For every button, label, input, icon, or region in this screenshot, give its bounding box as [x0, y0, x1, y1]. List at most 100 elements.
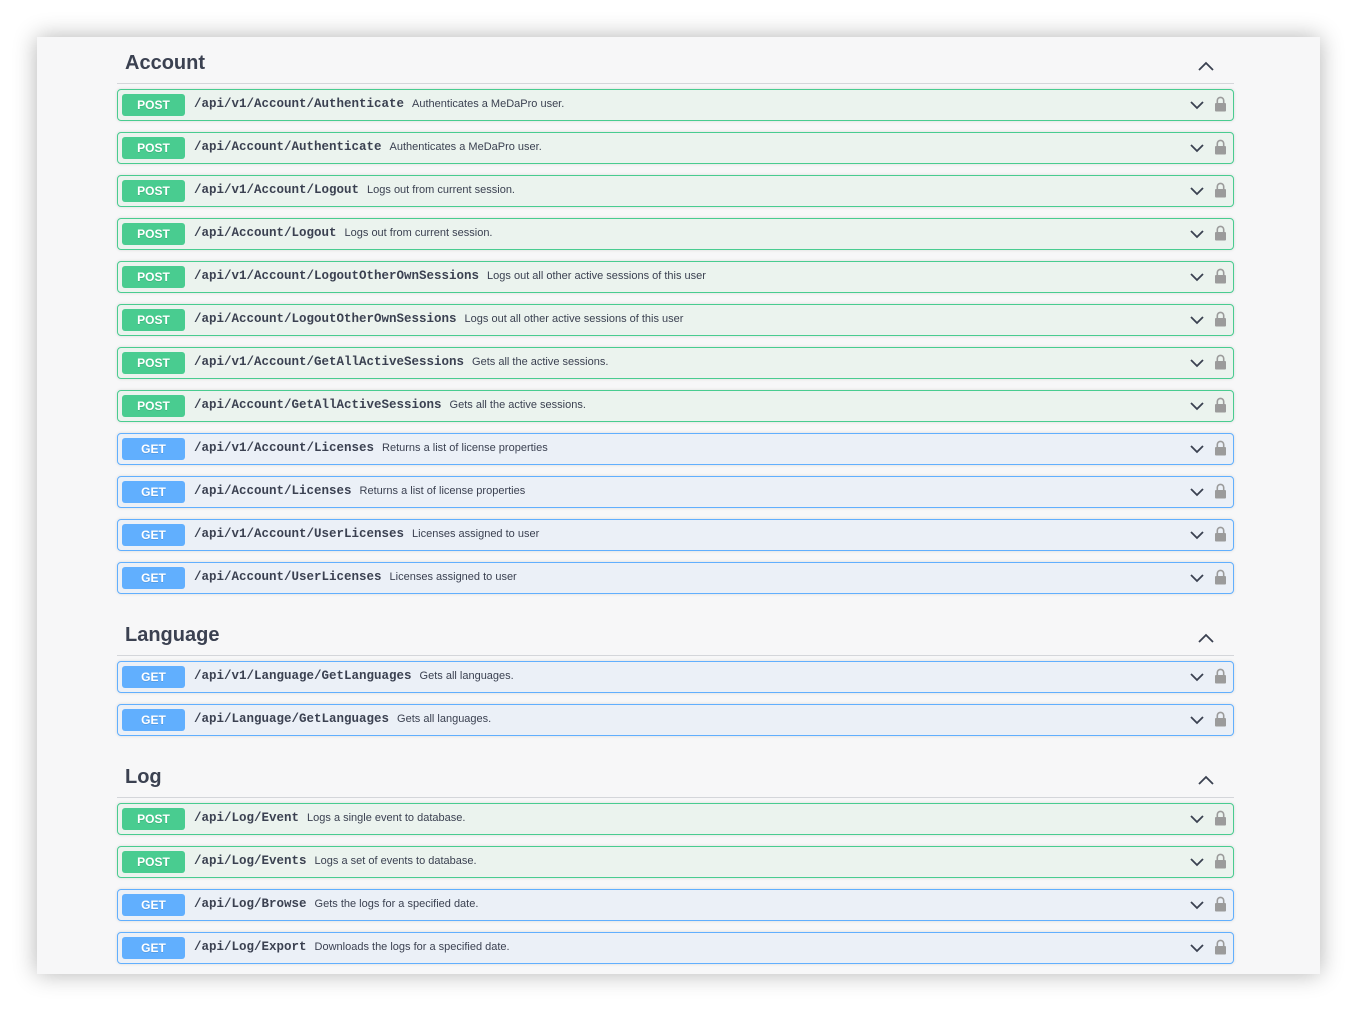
lock-icon[interactable]	[1214, 96, 1227, 112]
operation-path-text: /api/v1/Account/UserLicenses	[194, 527, 405, 541]
operation-row[interactable]: POST /api/v1/Account/Logout Logs out from…	[117, 175, 1234, 207]
chevron-down-icon[interactable]	[1189, 899, 1205, 911]
operation-path: /api/v1/Account/Authenticate Authenticate…	[194, 97, 564, 111]
operation-path: /api/Language/GetLanguages Gets all langu…	[194, 712, 491, 726]
operation-path-text: /api/Log/Event	[194, 811, 300, 825]
chevron-down-icon[interactable]	[1189, 856, 1205, 868]
method-badge: POST	[122, 94, 185, 116]
operation-path-text: /api/Account/Licenses	[194, 484, 352, 498]
operation-path: /api/v1/Account/LogoutOtherOwnSessions Lo…	[194, 269, 706, 283]
method-badge: GET	[122, 567, 185, 589]
chevron-down-icon[interactable]	[1189, 185, 1205, 197]
lock-icon[interactable]	[1214, 668, 1227, 684]
lock-icon[interactable]	[1214, 397, 1227, 413]
operation-description: Gets all languages.	[419, 670, 514, 682]
operation-description: Gets all languages.	[397, 713, 492, 725]
chevron-down-icon[interactable]	[1189, 714, 1205, 726]
lock-icon[interactable]	[1214, 268, 1227, 284]
operation-row[interactable]: GET /api/Language/GetLanguages Gets all l…	[117, 704, 1234, 736]
api-section: Log POST /api/Log/Event Logs a single eve…	[117, 751, 1234, 974]
operation-path-text: /api/Language/GetLanguages	[194, 712, 390, 726]
chevron-down-icon[interactable]	[1189, 357, 1205, 369]
section-title: Log	[125, 766, 162, 788]
operation-description: Authenticates a MeDaPro user.	[412, 98, 565, 110]
chevron-down-icon[interactable]	[1189, 813, 1205, 825]
section-header[interactable]: Account	[117, 37, 1234, 84]
section-title: Account	[125, 52, 205, 74]
operation-row[interactable]: GET /api/Account/Licenses Returns a list …	[117, 476, 1234, 508]
lock-icon[interactable]	[1214, 354, 1227, 370]
method-badge: POST	[122, 352, 185, 374]
chevron-down-icon[interactable]	[1189, 271, 1205, 283]
operation-description: Logs out from current session.	[367, 184, 515, 196]
operation-path: /api/v1/Account/Logout Logs out from curr…	[194, 183, 515, 197]
operation-row[interactable]: POST /api/Account/Authenticate Authentica…	[117, 132, 1234, 164]
lock-icon[interactable]	[1214, 569, 1227, 585]
operation-row[interactable]: GET /api/Log/Browse Gets the logs for a s…	[117, 889, 1234, 921]
operation-row[interactable]: GET /api/v1/Account/Licenses Returns a li…	[117, 433, 1234, 465]
lock-icon[interactable]	[1214, 711, 1227, 727]
lock-icon[interactable]	[1214, 939, 1227, 955]
chevron-down-icon[interactable]	[1189, 228, 1205, 240]
chevron-down-icon[interactable]	[1189, 443, 1205, 455]
chevron-down-icon[interactable]	[1189, 529, 1205, 541]
lock-icon[interactable]	[1214, 483, 1227, 499]
operation-row[interactable]: POST /api/Account/GetAllActiveSessions Ge…	[117, 390, 1234, 422]
operation-row[interactable]: POST /api/v1/Account/GetAllActiveSession…	[117, 347, 1234, 379]
lock-icon[interactable]	[1214, 896, 1227, 912]
operation-path-text: /api/Account/UserLicenses	[194, 570, 382, 584]
lock-icon[interactable]	[1214, 853, 1227, 869]
chevron-up-icon[interactable]	[1196, 631, 1216, 645]
operation-path: /api/v1/Account/GetAllActiveSessions Gets…	[194, 355, 608, 369]
section-header[interactable]: Language	[117, 609, 1234, 656]
operation-description: Gets all the active sessions.	[449, 399, 586, 411]
chevron-down-icon[interactable]	[1189, 942, 1205, 954]
operation-path-text: /api/Log/Export	[194, 940, 307, 954]
operation-path: /api/Log/Export Downloads the logs for a …	[194, 940, 510, 954]
chevron-down-icon[interactable]	[1189, 142, 1205, 154]
lock-icon[interactable]	[1214, 139, 1227, 155]
operation-row[interactable]: POST /api/Log/Events Logs a set of events…	[117, 846, 1234, 878]
section-operations: GET /api/v1/Language/GetLanguages Gets al…	[117, 661, 1234, 736]
operation-row[interactable]: POST /api/Log/Event Logs a single event t…	[117, 803, 1234, 835]
chevron-down-icon[interactable]	[1189, 572, 1205, 584]
lock-icon[interactable]	[1214, 311, 1227, 327]
method-badge: GET	[122, 894, 185, 916]
operation-row[interactable]: GET /api/v1/Account/UserLicenses Licenses…	[117, 519, 1234, 551]
chevron-up-icon[interactable]	[1196, 59, 1216, 73]
operation-row[interactable]: POST /api/v1/Account/Authenticate Authent…	[117, 89, 1234, 121]
operation-row[interactable]: POST /api/Account/LogoutOtherOwnSessions…	[117, 304, 1234, 336]
operation-path: /api/v1/Language/GetLanguages Gets all la…	[194, 669, 514, 683]
api-section: Account POST /api/v1/Account/Authenticat…	[117, 37, 1234, 609]
lock-icon[interactable]	[1214, 440, 1227, 456]
chevron-down-icon[interactable]	[1189, 314, 1205, 326]
operation-path: /api/v1/Account/Licenses Returns a list o…	[194, 441, 548, 455]
operation-row[interactable]: GET /api/Log/Export Downloads the logs fo…	[117, 932, 1234, 964]
section-title: Language	[125, 624, 220, 646]
operation-description: Logs out from current session.	[344, 227, 493, 239]
chevron-down-icon[interactable]	[1189, 99, 1205, 111]
operation-description: Returns a list of license properties	[359, 485, 526, 497]
lock-icon[interactable]	[1214, 526, 1227, 542]
method-badge: POST	[122, 808, 185, 830]
operation-row[interactable]: POST /api/v1/Account/LogoutOtherOwnSessi…	[117, 261, 1234, 293]
operation-row[interactable]: GET /api/v1/Language/GetLanguages Gets al…	[117, 661, 1234, 693]
operation-description: Authenticates a MeDaPro user.	[389, 141, 542, 153]
operation-description: Gets the logs for a specified date.	[314, 898, 479, 910]
method-badge: POST	[122, 266, 185, 288]
method-badge: POST	[122, 137, 185, 159]
lock-icon[interactable]	[1214, 182, 1227, 198]
chevron-down-icon[interactable]	[1189, 400, 1205, 412]
lock-icon[interactable]	[1214, 225, 1227, 241]
lock-icon[interactable]	[1214, 810, 1227, 826]
operation-row[interactable]: GET /api/Account/UserLicenses Licenses as…	[117, 562, 1234, 594]
section-header[interactable]: Log	[117, 751, 1234, 798]
operation-row[interactable]: POST /api/Account/Logout Logs out from cu…	[117, 218, 1234, 250]
operation-path-text: /api/v1/Account/Logout	[194, 183, 360, 197]
operation-path-text: /api/Account/Authenticate	[194, 140, 382, 154]
operation-path: /api/Account/Logout Logs out from current…	[194, 226, 493, 240]
api-section: Language GET /api/v1/Language/GetLanguag…	[117, 609, 1234, 751]
chevron-down-icon[interactable]	[1189, 671, 1205, 683]
chevron-down-icon[interactable]	[1189, 486, 1205, 498]
chevron-up-icon[interactable]	[1196, 773, 1216, 787]
